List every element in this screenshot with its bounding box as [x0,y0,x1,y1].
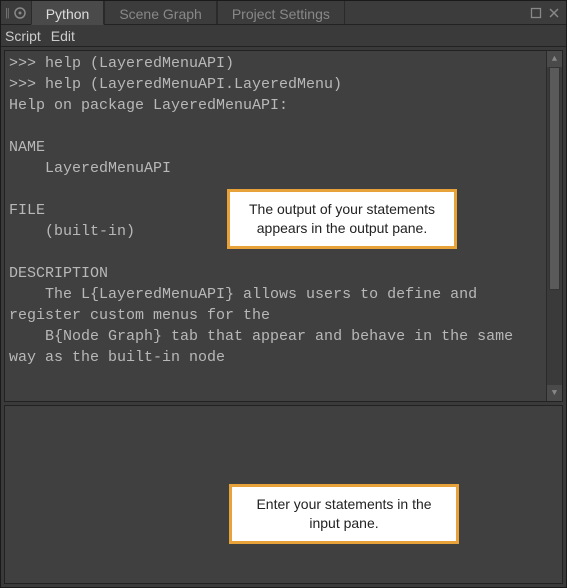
scroll-track[interactable] [547,67,562,385]
tab-python[interactable]: Python [31,1,105,25]
callout-text: Enter your statements in the input pane. [256,496,431,531]
tab-label: Scene Graph [119,6,202,22]
menu-script[interactable]: Script [5,28,41,44]
titlebar: || Python Scene Graph Project Settings [1,1,566,25]
callout-text: The output of your statements appears in… [249,201,435,236]
tab-project-settings[interactable]: Project Settings [217,1,345,24]
menubar: Script Edit [1,25,566,47]
python-console-window: || Python Scene Graph Project Settings [0,0,567,588]
tab-label: Project Settings [232,6,330,22]
pin-icon[interactable] [13,6,27,20]
output-scrollbar[interactable]: ▲ ▼ [546,51,562,401]
titlebar-left: || [1,1,31,24]
drag-handle-icon[interactable]: || [5,7,9,19]
output-pane: >>> help (LayeredMenuAPI) >>> help (Laye… [4,50,563,402]
tab-bar: Python Scene Graph Project Settings [31,1,524,24]
scroll-up-icon[interactable]: ▲ [547,51,562,67]
scroll-down-icon[interactable]: ▼ [547,385,562,401]
maximize-icon[interactable] [530,7,542,19]
tab-label: Python [46,6,90,22]
close-icon[interactable] [548,7,560,19]
panes-container: >>> help (LayeredMenuAPI) >>> help (Laye… [1,47,566,587]
menu-edit[interactable]: Edit [51,28,75,44]
scroll-thumb[interactable] [549,67,560,290]
titlebar-right [524,1,566,24]
tab-scene-graph[interactable]: Scene Graph [104,1,217,24]
input-pane[interactable]: Enter your statements in the input pane. [4,405,563,584]
input-callout: Enter your statements in the input pane. [229,484,459,544]
output-callout: The output of your statements appears in… [227,189,457,249]
